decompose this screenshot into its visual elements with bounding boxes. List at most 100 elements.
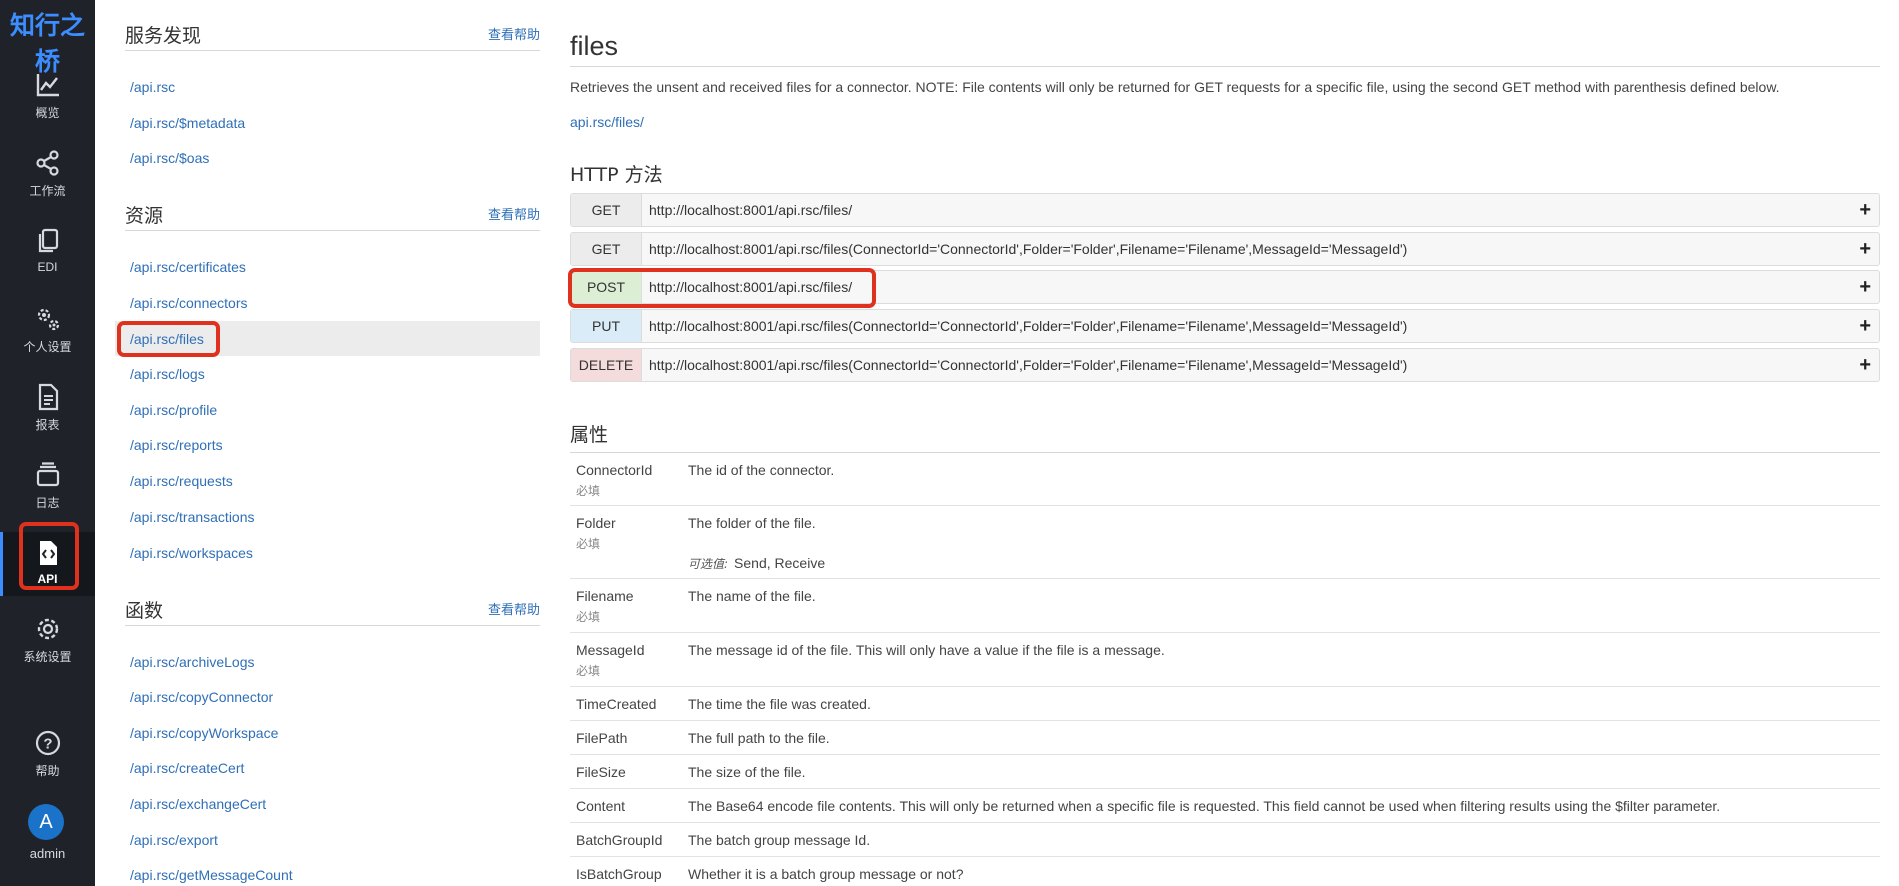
property-description: The id of the connector. [688,462,835,478]
nav-link-oas[interactable]: /api.rsc/$oas [130,150,209,166]
method-row-get-single[interactable]: GET http://localhost:8001/api.rsc/files(… [570,232,1880,266]
highlight-box-post [568,268,876,308]
property-row: IsBatchGroup Whether it is a batch group… [570,857,1880,886]
method-row-put[interactable]: PUT http://localhost:8001/api.rsc/files(… [570,309,1880,343]
avatar[interactable]: A [28,804,64,840]
icon-rail: 知行之桥 概览 工作流 EDI 个人设置 报表 日志 API 系统设置 ? 帮助… [0,0,95,886]
required-label: 必填 [576,610,601,624]
nav-link-logs[interactable]: /api.rsc/logs [130,366,205,382]
help-link[interactable]: 查看帮助 [488,204,540,223]
property-name: Content [576,798,626,814]
property-options: 可选值: Send, Receive [688,555,825,572]
section-title: 资源 [125,205,164,227]
rail-item-reports[interactable]: 报表 [0,382,95,452]
property-name: FileSize [576,764,626,780]
title-divider [570,66,1880,67]
expand-plus-icon[interactable]: + [1859,194,1871,226]
property-description: Whether it is a batch group message or n… [688,866,964,882]
section-header-functions: 函数 查看帮助 [125,596,540,626]
property-row: Filename 必填 The name of the file. [570,579,1880,633]
method-url: http://localhost:8001/api.rsc/files/ [649,202,853,218]
method-url: http://localhost:8001/api.rsc/files(Conn… [649,318,1408,334]
stack-icon [0,460,95,490]
highlight-box-api [19,522,79,590]
main-content: files Retrieves the unsent and received … [570,0,1899,886]
required-label: 必填 [576,484,601,498]
property-name: BatchGroupId [576,832,663,848]
rail-item-label: 帮助 [35,764,60,778]
rail-item-personal-settings[interactable]: 个人设置 [0,304,95,374]
rail-item-label: 概览 [35,106,60,120]
rail-item-label: 日志 [35,496,60,510]
properties-heading: 属性 [570,424,609,446]
nav-link-export[interactable]: /api.rsc/export [130,832,218,848]
property-row: Content The Base64 encode file contents.… [570,789,1880,823]
method-row-get-list[interactable]: GET http://localhost:8001/api.rsc/files/… [570,193,1880,227]
resource-path-link[interactable]: api.rsc/files/ [570,114,644,130]
property-description: The Base64 encode file contents. This wi… [688,798,1721,814]
help-link[interactable]: 查看帮助 [488,24,540,43]
help-circle-icon: ? [0,728,95,758]
nav-link-metadata[interactable]: /api.rsc/$metadata [130,115,245,131]
page-title: files [570,31,619,61]
rail-item-overview[interactable]: 概览 [0,70,95,140]
properties-table: ConnectorId 必填 The id of the connector. … [570,452,1880,886]
nav-link-api[interactable]: /api.rsc [130,79,175,95]
rail-item-label: 系统设置 [23,650,72,664]
options-values: Send, Receive [734,555,826,571]
nav-link-copy-workspace[interactable]: /api.rsc/copyWorkspace [130,725,278,741]
method-verb: GET [571,194,642,226]
rail-item-system-settings[interactable]: 系统设置 [0,614,95,684]
expand-plus-icon[interactable]: + [1859,310,1871,342]
rail-item-label: 个人设置 [23,340,72,354]
property-row: BatchGroupId The batch group message Id. [570,823,1880,857]
expand-plus-icon[interactable]: + [1859,349,1871,381]
required-label: 必填 [576,664,601,678]
nav-link-workspaces[interactable]: /api.rsc/workspaces [130,545,253,561]
options-label: 可选值: [688,557,729,571]
method-verb: DELETE [571,349,642,381]
nav-link-connectors[interactable]: /api.rsc/connectors [130,295,248,311]
rail-item-workflow[interactable]: 工作流 [0,148,95,218]
method-verb: GET [571,233,642,265]
property-row: FilePath The full path to the file. [570,721,1880,755]
property-description: The name of the file. [688,588,816,604]
nav-link-exchange-cert[interactable]: /api.rsc/exchangeCert [130,796,266,812]
methods-heading: HTTP 方法 [570,164,663,186]
property-row: FileSize The size of the file. [570,755,1880,789]
property-name: Folder [576,515,616,531]
gears-icon [0,304,95,334]
rail-item-logs[interactable]: 日志 [0,460,95,530]
property-description: The size of the file. [688,764,806,780]
method-row-delete[interactable]: DELETE http://localhost:8001/api.rsc/fil… [570,348,1880,382]
nav-link-get-message-count[interactable]: /api.rsc/getMessageCount [130,867,293,883]
svg-text:?: ? [43,736,52,753]
nav-link-create-cert[interactable]: /api.rsc/createCert [130,760,244,776]
property-description: The full path to the file. [688,730,830,746]
nav-link-copy-connector[interactable]: /api.rsc/copyConnector [130,689,273,705]
property-row: TimeCreated The time the file was create… [570,687,1880,721]
nav-link-certificates[interactable]: /api.rsc/certificates [130,259,246,275]
nav-link-archive-logs[interactable]: /api.rsc/archiveLogs [130,654,255,670]
property-name: MessageId [576,642,645,658]
rail-item-help[interactable]: ? 帮助 [0,728,95,798]
highlight-box-files [117,321,220,357]
resource-description: Retrieves the unsent and received files … [570,79,1780,95]
rail-item-label: 报表 [35,418,60,432]
app-logo: 知行之桥 [9,11,85,76]
property-row: MessageId 必填 The message id of the file.… [570,633,1880,687]
rail-item-label: 工作流 [29,184,66,198]
nav-link-transactions[interactable]: /api.rsc/transactions [130,509,255,525]
expand-plus-icon[interactable]: + [1859,233,1871,265]
nav-link-reports[interactable]: /api.rsc/reports [130,437,223,453]
property-name: ConnectorId [576,462,653,478]
section-header-discovery: 服务发现 查看帮助 [125,21,540,51]
expand-plus-icon[interactable]: + [1859,271,1871,303]
help-link[interactable]: 查看帮助 [488,599,540,618]
gear-icon [0,614,95,644]
nav-link-requests[interactable]: /api.rsc/requests [130,473,233,489]
nav-link-profile[interactable]: /api.rsc/profile [130,402,217,418]
property-description: The batch group message Id. [688,832,871,848]
rail-item-edi[interactable]: EDI [0,226,95,296]
method-verb: PUT [571,310,642,342]
